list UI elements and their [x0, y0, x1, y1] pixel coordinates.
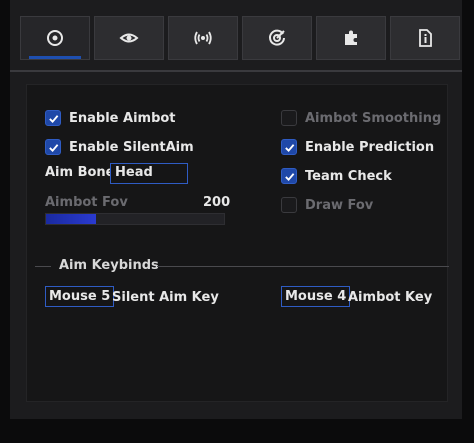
team-check-row[interactable]: Team Check	[281, 168, 392, 184]
aim-bone-label: Aim Bone	[45, 165, 115, 180]
draw-fov-row[interactable]: Draw Fov	[281, 197, 373, 213]
aimbot-smoothing-row[interactable]: Aimbot Smoothing	[281, 110, 441, 126]
enable-aimbot-checkbox[interactable]	[45, 110, 61, 126]
enable-aimbot-row[interactable]: Enable Aimbot	[45, 110, 176, 126]
eye-icon	[119, 33, 139, 43]
aimbot-fov-value: 200	[203, 195, 231, 210]
tab-bar	[20, 16, 460, 62]
check-icon	[48, 143, 58, 152]
enable-prediction-row[interactable]: Enable Prediction	[281, 139, 434, 155]
puzzle-icon	[345, 30, 357, 45]
silent-aim-key-label: Silent Aim Key	[112, 290, 219, 305]
section-divider-left	[35, 266, 51, 267]
enable-silentaim-row[interactable]: Enable SilentAim	[45, 139, 194, 155]
target-icon	[47, 30, 63, 46]
broadcast-icon	[194, 31, 212, 45]
tab-info[interactable]	[390, 16, 460, 60]
aimbot-fov-label: Aimbot Fov	[45, 195, 128, 210]
tab-visuals[interactable]	[94, 16, 164, 60]
aimbot-fov-slider-fill	[46, 214, 96, 224]
enable-prediction-label: Enable Prediction	[305, 139, 435, 155]
crosshair-icon	[269, 29, 285, 46]
section-divider-right	[157, 266, 449, 267]
tab-plugins[interactable]	[316, 16, 386, 60]
enable-silentaim-checkbox[interactable]	[45, 139, 61, 155]
check-icon	[284, 143, 294, 152]
team-check-checkbox[interactable]	[281, 168, 297, 184]
aimbot-panel: Enable Aimbot Enable SilentAim Aim Bone …	[26, 84, 449, 402]
check-icon	[284, 172, 294, 181]
tab-misc[interactable]	[168, 16, 238, 60]
aim-keybinds-title: Aim Keybinds	[59, 258, 159, 273]
aimbot-fov-slider[interactable]	[45, 213, 225, 225]
enable-aimbot-label: Enable Aimbot	[69, 110, 176, 126]
aimbot-smoothing-label: Aimbot Smoothing	[305, 110, 442, 126]
aim-bone-input[interactable]: Head	[110, 163, 188, 184]
tab-separator	[10, 70, 462, 72]
tab-aimbot[interactable]	[20, 16, 90, 60]
aimbot-key-label: Aimbot Key	[348, 290, 433, 305]
draw-fov-checkbox[interactable]	[281, 197, 297, 213]
team-check-label: Team Check	[305, 168, 392, 184]
enable-silentaim-label: Enable SilentAim	[69, 139, 194, 155]
draw-fov-label: Draw Fov	[305, 197, 374, 213]
aimbot-smoothing-checkbox[interactable]	[281, 110, 297, 126]
silent-aim-key-button[interactable]: Mouse 5	[45, 286, 115, 307]
enable-prediction-checkbox[interactable]	[281, 139, 297, 155]
tab-targeting[interactable]	[242, 16, 312, 60]
info-icon	[419, 29, 432, 47]
menu-window: Enable Aimbot Enable SilentAim Aim Bone …	[10, 0, 462, 419]
aimbot-key-button[interactable]: Mouse 4	[281, 286, 351, 307]
check-icon	[48, 114, 58, 123]
